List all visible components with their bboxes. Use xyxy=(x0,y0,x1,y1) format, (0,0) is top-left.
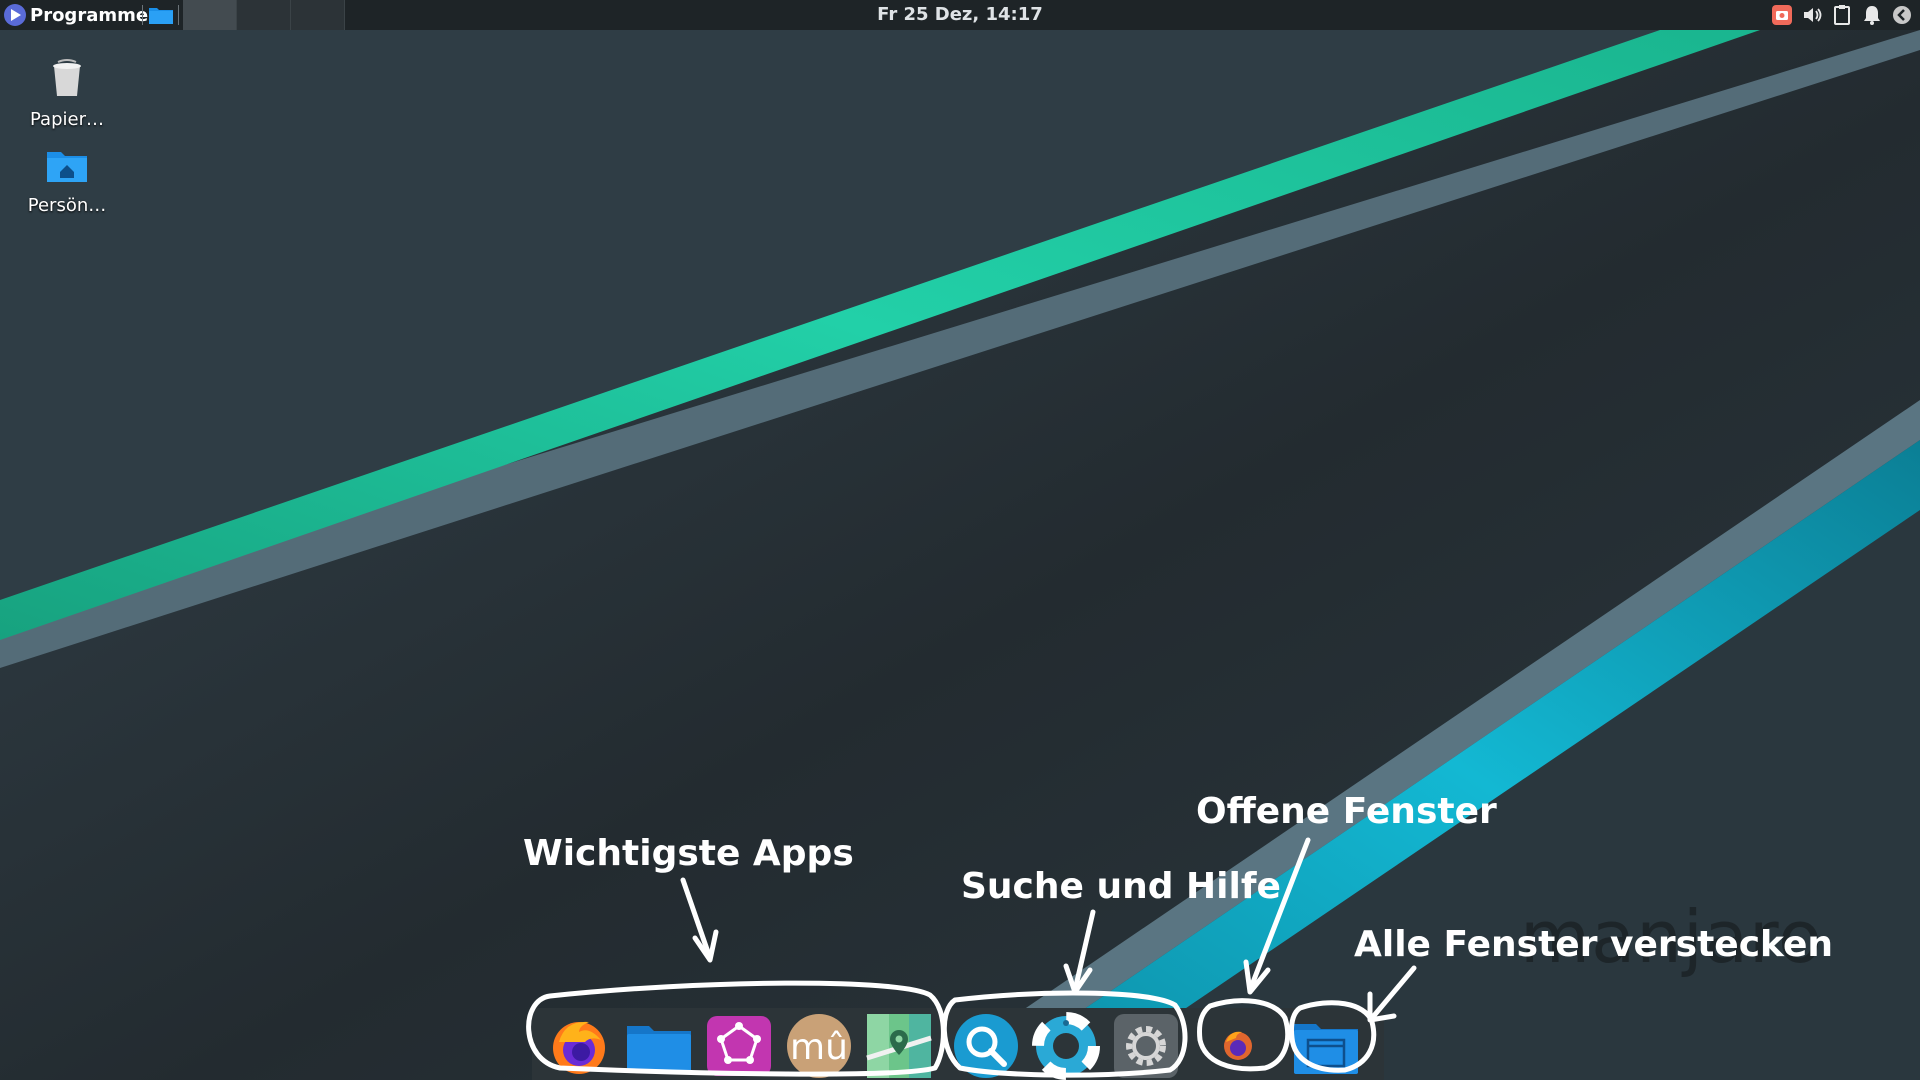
annotation-hide-all: Alle Fenster verstecken xyxy=(1354,924,1834,965)
workspace-switcher xyxy=(183,0,345,30)
workspace-2[interactable] xyxy=(237,0,291,30)
folder-launcher-icon[interactable] xyxy=(148,4,174,26)
system-tray xyxy=(1770,3,1914,27)
home-folder-icon xyxy=(47,152,87,182)
panel-separator xyxy=(178,5,179,25)
desktop-icon-home[interactable]: Persön… xyxy=(12,146,122,216)
screenshot-icon[interactable] xyxy=(1770,3,1794,27)
musescore-icon[interactable]: mû xyxy=(785,1012,853,1080)
annotation-apps: Wichtigste Apps xyxy=(523,833,854,874)
annotation-open-windows: Offene Fenster xyxy=(1196,791,1497,832)
gnome-software-icon[interactable] xyxy=(705,1012,773,1080)
help-icon[interactable] xyxy=(1032,1012,1100,1080)
show-desktop-icon[interactable] xyxy=(1292,1012,1360,1080)
firefox-window-icon[interactable] xyxy=(1204,1012,1272,1080)
whisker-menu-icon xyxy=(4,4,26,26)
workspace-3[interactable] xyxy=(291,0,345,30)
desktop-icon-label: Persön… xyxy=(27,195,107,216)
firefox-icon[interactable] xyxy=(545,1012,613,1080)
search-icon[interactable] xyxy=(952,1012,1020,1080)
clipboard-icon[interactable] xyxy=(1830,3,1854,27)
files-icon[interactable] xyxy=(625,1012,693,1080)
maps-icon[interactable] xyxy=(865,1012,933,1080)
svg-text:mû: mû xyxy=(790,1027,848,1068)
top-panel: Programme Fr 25 Dez, 14:17 xyxy=(0,0,1920,30)
settings-icon[interactable] xyxy=(1112,1012,1180,1080)
applications-menu-label: Programme xyxy=(30,4,149,26)
desktop-icon-trash[interactable]: Papier… xyxy=(12,56,122,130)
desktop-icon-label: Papier… xyxy=(30,109,104,130)
workspace-1[interactable] xyxy=(183,0,237,30)
volume-icon[interactable] xyxy=(1800,3,1824,27)
panel-separator xyxy=(142,5,143,25)
notification-bell-icon[interactable] xyxy=(1860,3,1884,27)
power-icon[interactable] xyxy=(1890,3,1914,27)
trash-icon xyxy=(53,59,81,96)
clock[interactable]: Fr 25 Dez, 14:17 xyxy=(877,4,1043,25)
annotation-search-help: Suche und Hilfe xyxy=(961,866,1281,907)
applications-menu-button[interactable]: Programme xyxy=(0,0,152,30)
